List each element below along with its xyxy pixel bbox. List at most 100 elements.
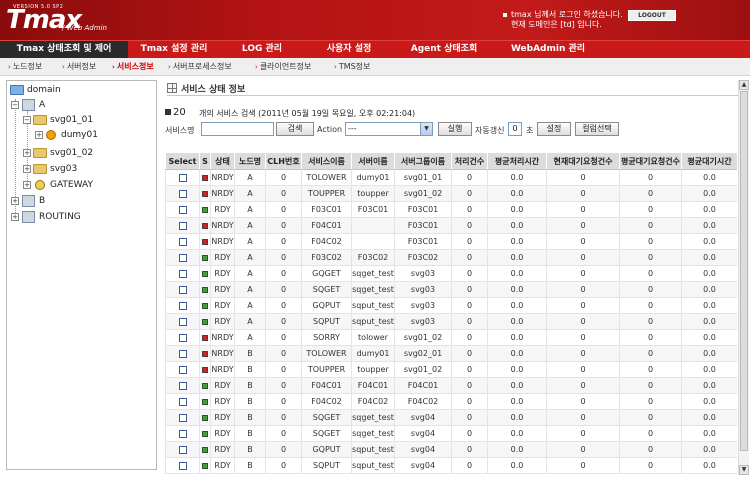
column-select-button[interactable]: 컬럼선택 [575,122,619,136]
row-checkbox[interactable] [178,461,187,470]
table-row[interactable]: NRDY B 0 TOLOWER dumy01 svg02_01 0 0.0 0 0 0.0 [165,345,737,362]
column-header[interactable]: 서버그룹이름 [394,152,452,170]
table-row[interactable]: RDY B 0 F04C01 F04C01 F04C01 0 0.0 0 0 0.0 [165,377,737,394]
column-header[interactable]: 서버이름 [351,152,395,170]
table-row[interactable]: NRDY A 0 SORRY tolower svg01_02 0 0.0 0 0 0.0 [165,329,737,346]
expand-icon[interactable]: + [11,197,19,205]
vertical-scrollbar[interactable]: ▲ ▼ [738,80,749,475]
search-button[interactable]: 검색 [276,122,314,136]
logout-button[interactable]: LOGOUT [628,10,676,21]
column-header[interactable]: 평균처리시간 [487,152,547,170]
row-checkbox[interactable] [178,317,187,326]
column-header[interactable]: 서비스이름 [301,152,352,170]
sub-menu-server-info[interactable]: › 서버정보 [62,58,96,75]
service-table-container: Select S 상태 노드명 CLH번호 서비스이름 서버이름 서버그룹이름 처리건수 평균처리… [165,152,737,474]
expand-icon[interactable]: + [23,149,31,157]
domain-icon [10,85,24,95]
row-checkbox[interactable] [178,365,187,374]
main-menu-user-settings[interactable]: 사용자 설정 [318,41,380,58]
table-row[interactable]: NRDY A 0 TOUPPER toupper svg01_02 0 0.0 0 0 0.0 [165,185,737,202]
table-row[interactable]: NRDY A 0 TOLOWER dumy01 svg01_01 0 0.0 0 0 0.0 [165,169,737,186]
table-cell: TOUPPER [301,361,352,378]
row-checkbox[interactable] [178,173,187,182]
sub-menu-tms-info[interactable]: › TMS정보 [334,58,370,75]
table-row[interactable]: RDY B 0 GQPUT sqput_test svg04 0 0.0 0 0 0.0 [165,441,737,458]
expand-icon[interactable]: + [35,131,43,139]
table-cell: 0 [546,217,620,234]
run-button[interactable]: 실행 [438,122,472,136]
row-checkbox[interactable] [178,349,187,358]
status-cell [199,297,211,314]
scroll-thumb[interactable] [740,91,748,451]
expand-icon[interactable]: + [23,181,31,189]
row-checkbox[interactable] [178,189,187,198]
sub-menu-server-process-info[interactable]: › 서버프로세스정보 [168,58,232,75]
table-row[interactable]: RDY A 0 SQGET sqget_test svg03 0 0.0 0 0 0.0 [165,281,737,298]
row-checkbox[interactable] [178,381,187,390]
row-checkbox[interactable] [178,397,187,406]
table-row[interactable]: RDY B 0 F04C02 F04C02 F04C02 0 0.0 0 0 0.0 [165,393,737,410]
table-row[interactable]: RDY A 0 F03C01 F03C01 F03C01 0 0.0 0 0 0.0 [165,201,737,218]
sub-menu-service-info[interactable]: › 서비스정보 [112,58,154,75]
row-checkbox[interactable] [178,429,187,438]
table-row[interactable]: RDY A 0 GQPUT sqput_test svg03 0 0.0 0 0 0.0 [165,297,737,314]
table-row[interactable]: RDY A 0 F03C02 F03C02 F03C02 0 0.0 0 0 0.0 [165,249,737,266]
row-checkbox[interactable] [178,205,187,214]
table-row[interactable]: NRDY B 0 TOUPPER toupper svg01_02 0 0.0 0 0 0.0 [165,361,737,378]
table-row[interactable]: NRDY A 0 F04C02 F03C01 0 0.0 0 0 0.0 [165,233,737,250]
table-row[interactable]: RDY B 0 SQGET sqget_test svg04 0 0.0 0 0 0.0 [165,409,737,426]
status-indicator-icon [202,222,208,229]
service-name-input[interactable] [201,122,274,136]
column-header[interactable]: 노드명 [234,152,266,170]
column-header[interactable]: 상태 [210,152,235,170]
table-cell: A [234,217,266,234]
settings-button[interactable]: 설정 [537,122,571,136]
column-header[interactable]: 현재대기요청건수 [546,152,620,170]
main-menu-log[interactable]: LOG 관리 [232,41,292,58]
scroll-up-icon[interactable]: ▲ [739,80,749,90]
action-select[interactable]: --- ▼ [345,122,433,136]
table-row[interactable]: RDY B 0 SQPUT sqput_test svg04 0 0.0 0 0 0.0 [165,457,737,474]
column-header[interactable]: S [199,152,211,170]
row-checkbox[interactable] [178,269,187,278]
column-header[interactable]: 평균대기시간 [681,152,737,170]
main-menu-agent-status[interactable]: Agent 상태조회 [403,41,485,58]
expand-icon[interactable]: + [23,165,31,173]
row-checkbox[interactable] [178,413,187,422]
row-checkbox[interactable] [178,445,187,454]
expand-icon[interactable]: + [11,213,19,221]
main-menu-tmax-status[interactable]: Tmax 상태조회 및 제어 [0,41,128,58]
table-cell: svg04 [394,441,452,458]
row-checkbox[interactable] [178,301,187,310]
sub-menu-client-info[interactable]: › 클라이언트정보 [255,58,311,75]
row-checkbox[interactable] [178,285,187,294]
auto-refresh-input[interactable]: 0 [508,122,522,136]
column-header[interactable]: 처리건수 [451,152,488,170]
table-cell: 0 [451,329,488,346]
row-checkbox[interactable] [178,221,187,230]
table-row[interactable]: RDY A 0 GQGET sqget_test svg03 0 0.0 0 0 0.0 [165,265,737,282]
row-checkbox[interactable] [178,253,187,262]
table-row[interactable]: RDY A 0 SQPUT sqput_test svg03 0 0.0 0 0 0.0 [165,313,737,330]
column-header[interactable]: CLH번호 [265,152,302,170]
sub-menu-node-info[interactable]: › 노드정보 [8,58,42,75]
table-cell: 0 [619,201,682,218]
scroll-down-icon[interactable]: ▼ [739,465,749,475]
table-cell: TOUPPER [301,185,352,202]
collapse-icon[interactable]: − [11,101,19,109]
row-checkbox[interactable] [178,333,187,342]
column-header[interactable]: 평균대기요청건수 [619,152,682,170]
auto-refresh-label: 자동갱신 [475,126,505,135]
table-cell: 0.0 [681,441,737,458]
table-cell: 0 [265,457,302,474]
row-checkbox[interactable] [178,237,187,246]
table-cell: 0.0 [487,297,547,314]
table-row[interactable]: RDY B 0 SQGET sqget_test svg04 0 0.0 0 0 0.0 [165,425,737,442]
chevron-down-icon[interactable]: ▼ [420,123,432,135]
main-menu-webadmin[interactable]: WebAdmin 관리 [508,41,588,58]
table-cell: RDY [210,201,235,218]
column-header[interactable]: Select [165,152,200,170]
main-menu-tmax-config[interactable]: Tmax 설정 관리 [130,41,218,58]
table-row[interactable]: NRDY A 0 F04C01 F03C01 0 0.0 0 0 0.0 [165,217,737,234]
collapse-icon[interactable]: − [23,116,31,124]
